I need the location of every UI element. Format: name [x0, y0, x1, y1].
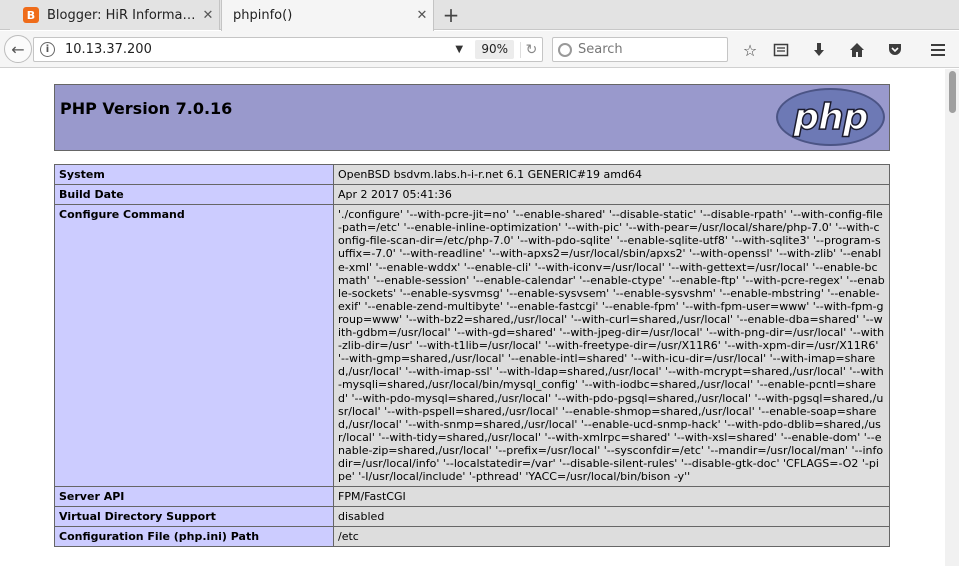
scrollbar[interactable] — [945, 69, 959, 566]
row-value: disabled — [333, 506, 890, 528]
url-bar[interactable]: i 10.13.37.200 ▼ 90% ↻ — [33, 37, 543, 62]
tab-strip: B Blogger: HiR Informa… ✕ phpinfo() ✕ + — [0, 0, 959, 31]
page-title: PHP Version 7.0.16 — [60, 99, 233, 118]
back-button[interactable]: ← — [4, 35, 32, 63]
row-value: /etc — [333, 526, 890, 548]
home-icon[interactable] — [846, 39, 868, 61]
row-key: System — [54, 163, 334, 186]
table-row: Configuration File (php.ini) Path/etc — [54, 526, 890, 548]
zoom-indicator[interactable]: 90% — [475, 40, 514, 59]
new-tab-button[interactable]: + — [440, 3, 462, 27]
reload-icon[interactable]: ↻ — [520, 41, 542, 58]
tab-title: Blogger: HiR Informa… — [47, 7, 196, 23]
row-value: Apr 2 2017 05:41:36 — [333, 184, 890, 206]
tab-blogger[interactable]: B Blogger: HiR Informa… ✕ — [10, 0, 220, 30]
chevron-down-icon[interactable]: ▼ — [455, 44, 469, 55]
scrollbar-thumb[interactable] — [949, 71, 956, 113]
site-info-icon[interactable]: i — [40, 42, 55, 57]
row-value: FPM/FastCGI — [333, 486, 890, 508]
close-tab-icon[interactable]: ✕ — [197, 8, 219, 23]
php-header: PHP Version 7.0.16 php — [54, 84, 890, 151]
table-row: Server API FPM/FastCGI — [54, 486, 890, 508]
back-arrow-icon: ← — [11, 39, 25, 59]
php-logo[interactable]: php — [776, 88, 885, 146]
bookmark-star-icon[interactable]: ☆ — [739, 39, 761, 61]
tab-title: phpinfo() — [233, 8, 293, 23]
table-row: Configure Command './configure' '--with-p… — [54, 204, 890, 488]
table-row: Virtual Directory Support disabled — [54, 506, 890, 528]
pocket-icon[interactable] — [884, 39, 906, 61]
url-text[interactable]: 10.13.37.200 — [65, 42, 455, 57]
search-input[interactable]: Search — [552, 37, 728, 62]
page-content: PHP Version 7.0.16 php System OpenBSD bsd… — [0, 69, 945, 566]
download-icon[interactable] — [808, 39, 830, 61]
row-key: Configure Command — [54, 204, 334, 488]
close-tab-icon[interactable]: ✕ — [411, 8, 433, 23]
tab-phpinfo[interactable]: phpinfo() ✕ — [221, 0, 434, 31]
nav-bar: ← i 10.13.37.200 ▼ 90% ↻ Search ☆ — [0, 31, 959, 68]
table-row: Build Date Apr 2 2017 05:41:36 — [54, 184, 890, 206]
row-key: Configuration File (php.ini) Path — [54, 526, 334, 548]
row-value: OpenBSD bsdvm.labs.h-i-r.net 6.1 GENERIC… — [333, 163, 890, 186]
info-table: System OpenBSD bsdvm.labs.h-i-r.net 6.1 G… — [54, 163, 890, 548]
search-placeholder: Search — [578, 42, 623, 57]
search-icon — [558, 42, 572, 57]
blogger-icon: B — [23, 7, 39, 23]
hamburger-menu-icon[interactable] — [927, 39, 949, 61]
table-row: System OpenBSD bsdvm.labs.h-i-r.net 6.1 G… — [54, 163, 890, 186]
reader-list-icon[interactable] — [770, 39, 792, 61]
row-key: Server API — [54, 486, 334, 508]
row-key: Virtual Directory Support — [54, 506, 334, 528]
row-key: Build Date — [54, 184, 334, 206]
php-logo-text: php — [793, 96, 870, 139]
row-value: './configure' '--with-pcre-jit=no' '--en… — [333, 204, 890, 488]
